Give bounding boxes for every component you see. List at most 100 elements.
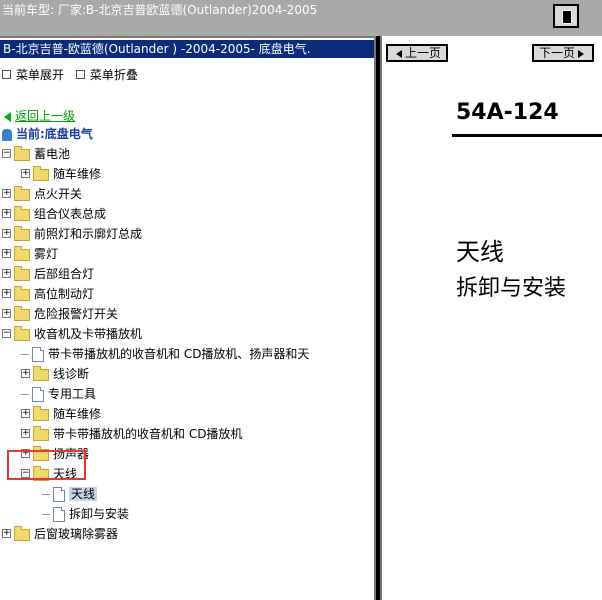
tree-folder-battery[interactable]: − 蓄电池 [2, 144, 70, 164]
tree-label: 后窗玻璃除雾器 [34, 527, 119, 541]
tree-label: 拆卸与安装 [69, 507, 130, 521]
folder-icon [14, 145, 30, 161]
tree-label: 组合仪表总成 [34, 207, 107, 221]
tree-label: 带卡带播放机的收音机和 CD播放机 [53, 427, 243, 441]
tree-label: 线诊断 [53, 367, 90, 381]
highlight-box [7, 450, 86, 480]
document-subtitle: 拆卸与安装 [456, 276, 567, 301]
folder-icon [33, 425, 49, 441]
tree-label-selected: 天线 [69, 487, 98, 501]
menu-ops: 菜单展开 菜单折叠 [2, 66, 138, 83]
expand-toggle-icon[interactable]: + [21, 169, 30, 178]
tree-label: 专用工具 [48, 387, 97, 401]
arrow-left-icon [4, 111, 11, 122]
folder-icon [14, 205, 30, 221]
tree-folder-radio-cd[interactable]: + 带卡带播放机的收音机和 CD播放机 [21, 424, 242, 444]
tree-connector [21, 394, 29, 395]
folder-icon [14, 325, 30, 341]
expand-toggle-icon[interactable]: + [2, 309, 11, 318]
triangle-left-icon [395, 49, 402, 58]
tree-folder-fog-lamp[interactable]: + 雾灯 [2, 244, 58, 264]
tree-label: 点火开关 [34, 187, 83, 201]
tree-connector [42, 514, 50, 515]
tree-label: 随车维修 [53, 407, 102, 421]
folder-icon [14, 525, 30, 541]
expand-all-button[interactable]: 菜单展开 [2, 66, 64, 83]
tree-label: 高位制动灯 [34, 287, 95, 301]
left-panel-title: B-北京吉普-欧蓝德(Outlander ) -2004-2005- 底盘电气. [0, 40, 374, 58]
folder-icon [14, 285, 30, 301]
tree-folder-battery-service[interactable]: + 随车维修 [21, 164, 101, 184]
document-number: 54A-124 [456, 100, 559, 125]
tree-connector [21, 354, 29, 355]
expand-all-label: 菜单展开 [16, 68, 65, 82]
document-title: 天线 [456, 238, 504, 266]
expand-toggle-icon[interactable]: + [2, 249, 11, 258]
tree-label: 雾灯 [34, 247, 59, 261]
left-panel: B-北京吉普-欧蓝德(Outlander ) -2004-2005- 底盘电气.… [0, 36, 376, 600]
prev-page-label: 上一页 [404, 46, 441, 60]
expand-toggle-icon[interactable]: + [21, 409, 30, 418]
tree-folder-headlamp[interactable]: + 前照灯和示廓灯总成 [2, 224, 142, 244]
tree-doc-special-tools[interactable]: 专用工具 [21, 384, 96, 404]
collapse-toggle-icon[interactable]: − [2, 329, 11, 338]
expand-toggle-icon[interactable]: + [2, 269, 11, 278]
folder-icon [33, 165, 49, 181]
triangle-right-icon [578, 49, 584, 58]
tree-label: 带卡带播放机的收音机和 CD播放机、扬声器和天 [48, 347, 310, 361]
document-icon [53, 507, 65, 522]
tree-folder-instrument-cluster[interactable]: + 组合仪表总成 [2, 204, 106, 224]
collapse-all-label: 菜单折叠 [89, 68, 138, 82]
toggle-panel-button[interactable] [553, 4, 579, 28]
collapse-icon [75, 70, 85, 79]
title-bar: 当前车型: 厂家:B-北京吉普欧蓝德(Outlander)2004-2005 [0, 0, 602, 36]
folder-icon [14, 245, 30, 261]
tree-connector [42, 494, 50, 495]
folder-icon [14, 225, 30, 241]
tree-folder-wiring-diagnosis[interactable]: + 线诊断 [21, 364, 89, 384]
folder-icon [33, 365, 49, 381]
next-page-button[interactable]: 下一页 [532, 44, 594, 62]
collapse-toggle-icon[interactable]: − [2, 149, 11, 158]
expand-toggle-icon[interactable]: + [2, 189, 11, 198]
folder-icon [14, 265, 30, 281]
tree-label: 前照灯和示廓灯总成 [34, 227, 143, 241]
computer-icon [2, 128, 12, 141]
collapse-all-button[interactable]: 菜单折叠 [75, 66, 138, 83]
document-rule [452, 134, 602, 137]
tree-label: 危险报警灯开关 [34, 307, 119, 321]
folder-icon [14, 185, 30, 201]
back-link-label: 返回上一级 [15, 109, 76, 123]
tree-doc-removal-installation[interactable]: 拆卸与安装 [42, 504, 129, 524]
tree-label: 蓄电池 [34, 147, 71, 161]
tree-folder-hazard-switch[interactable]: + 危险报警灯开关 [2, 304, 118, 324]
expand-icon [2, 70, 11, 79]
prev-page-button[interactable]: 上一页 [386, 44, 448, 62]
tree-folder-rear-defogger[interactable]: + 后窗玻璃除雾器 [2, 524, 118, 544]
document-icon [32, 387, 44, 402]
tree-folder-rear-combination-lamp[interactable]: + 后部组合灯 [2, 264, 94, 284]
expand-toggle-icon[interactable]: + [21, 429, 30, 438]
tree-folder-ignition-switch[interactable]: + 点火开关 [2, 184, 82, 204]
tree-label: 随车维修 [53, 167, 102, 181]
tree-folder-radio-service[interactable]: + 随车维修 [21, 404, 101, 424]
folder-icon [14, 305, 30, 321]
tree-folder-high-stop-lamp[interactable]: + 高位制动灯 [2, 284, 94, 304]
window-title: 当前车型: 厂家:B-北京吉普欧蓝德(Outlander)2004-2005 [2, 3, 318, 17]
current-location: 当前:底盘电气 [2, 124, 93, 144]
tree-label: 后部组合灯 [34, 267, 95, 281]
expand-toggle-icon[interactable]: + [2, 229, 11, 238]
tree-doc-antenna[interactable]: 天线 [42, 484, 98, 504]
expand-toggle-icon[interactable]: + [2, 529, 11, 538]
tree-label: 收音机及卡带播放机 [34, 327, 143, 341]
expand-toggle-icon[interactable]: + [2, 209, 11, 218]
folder-icon [33, 405, 49, 421]
expand-toggle-icon[interactable]: + [21, 369, 30, 378]
back-link[interactable]: 返回上一级 [4, 106, 75, 126]
current-location-label: 当前:底盘电气 [16, 127, 93, 141]
document-icon [53, 487, 65, 502]
tree-folder-radio[interactable]: − 收音机及卡带播放机 [2, 324, 142, 344]
expand-toggle-icon[interactable]: + [2, 289, 11, 298]
next-page-label: 下一页 [538, 46, 575, 60]
tree-doc-radio-cd-speaker[interactable]: 带卡带播放机的收音机和 CD播放机、扬声器和天 [21, 344, 309, 364]
